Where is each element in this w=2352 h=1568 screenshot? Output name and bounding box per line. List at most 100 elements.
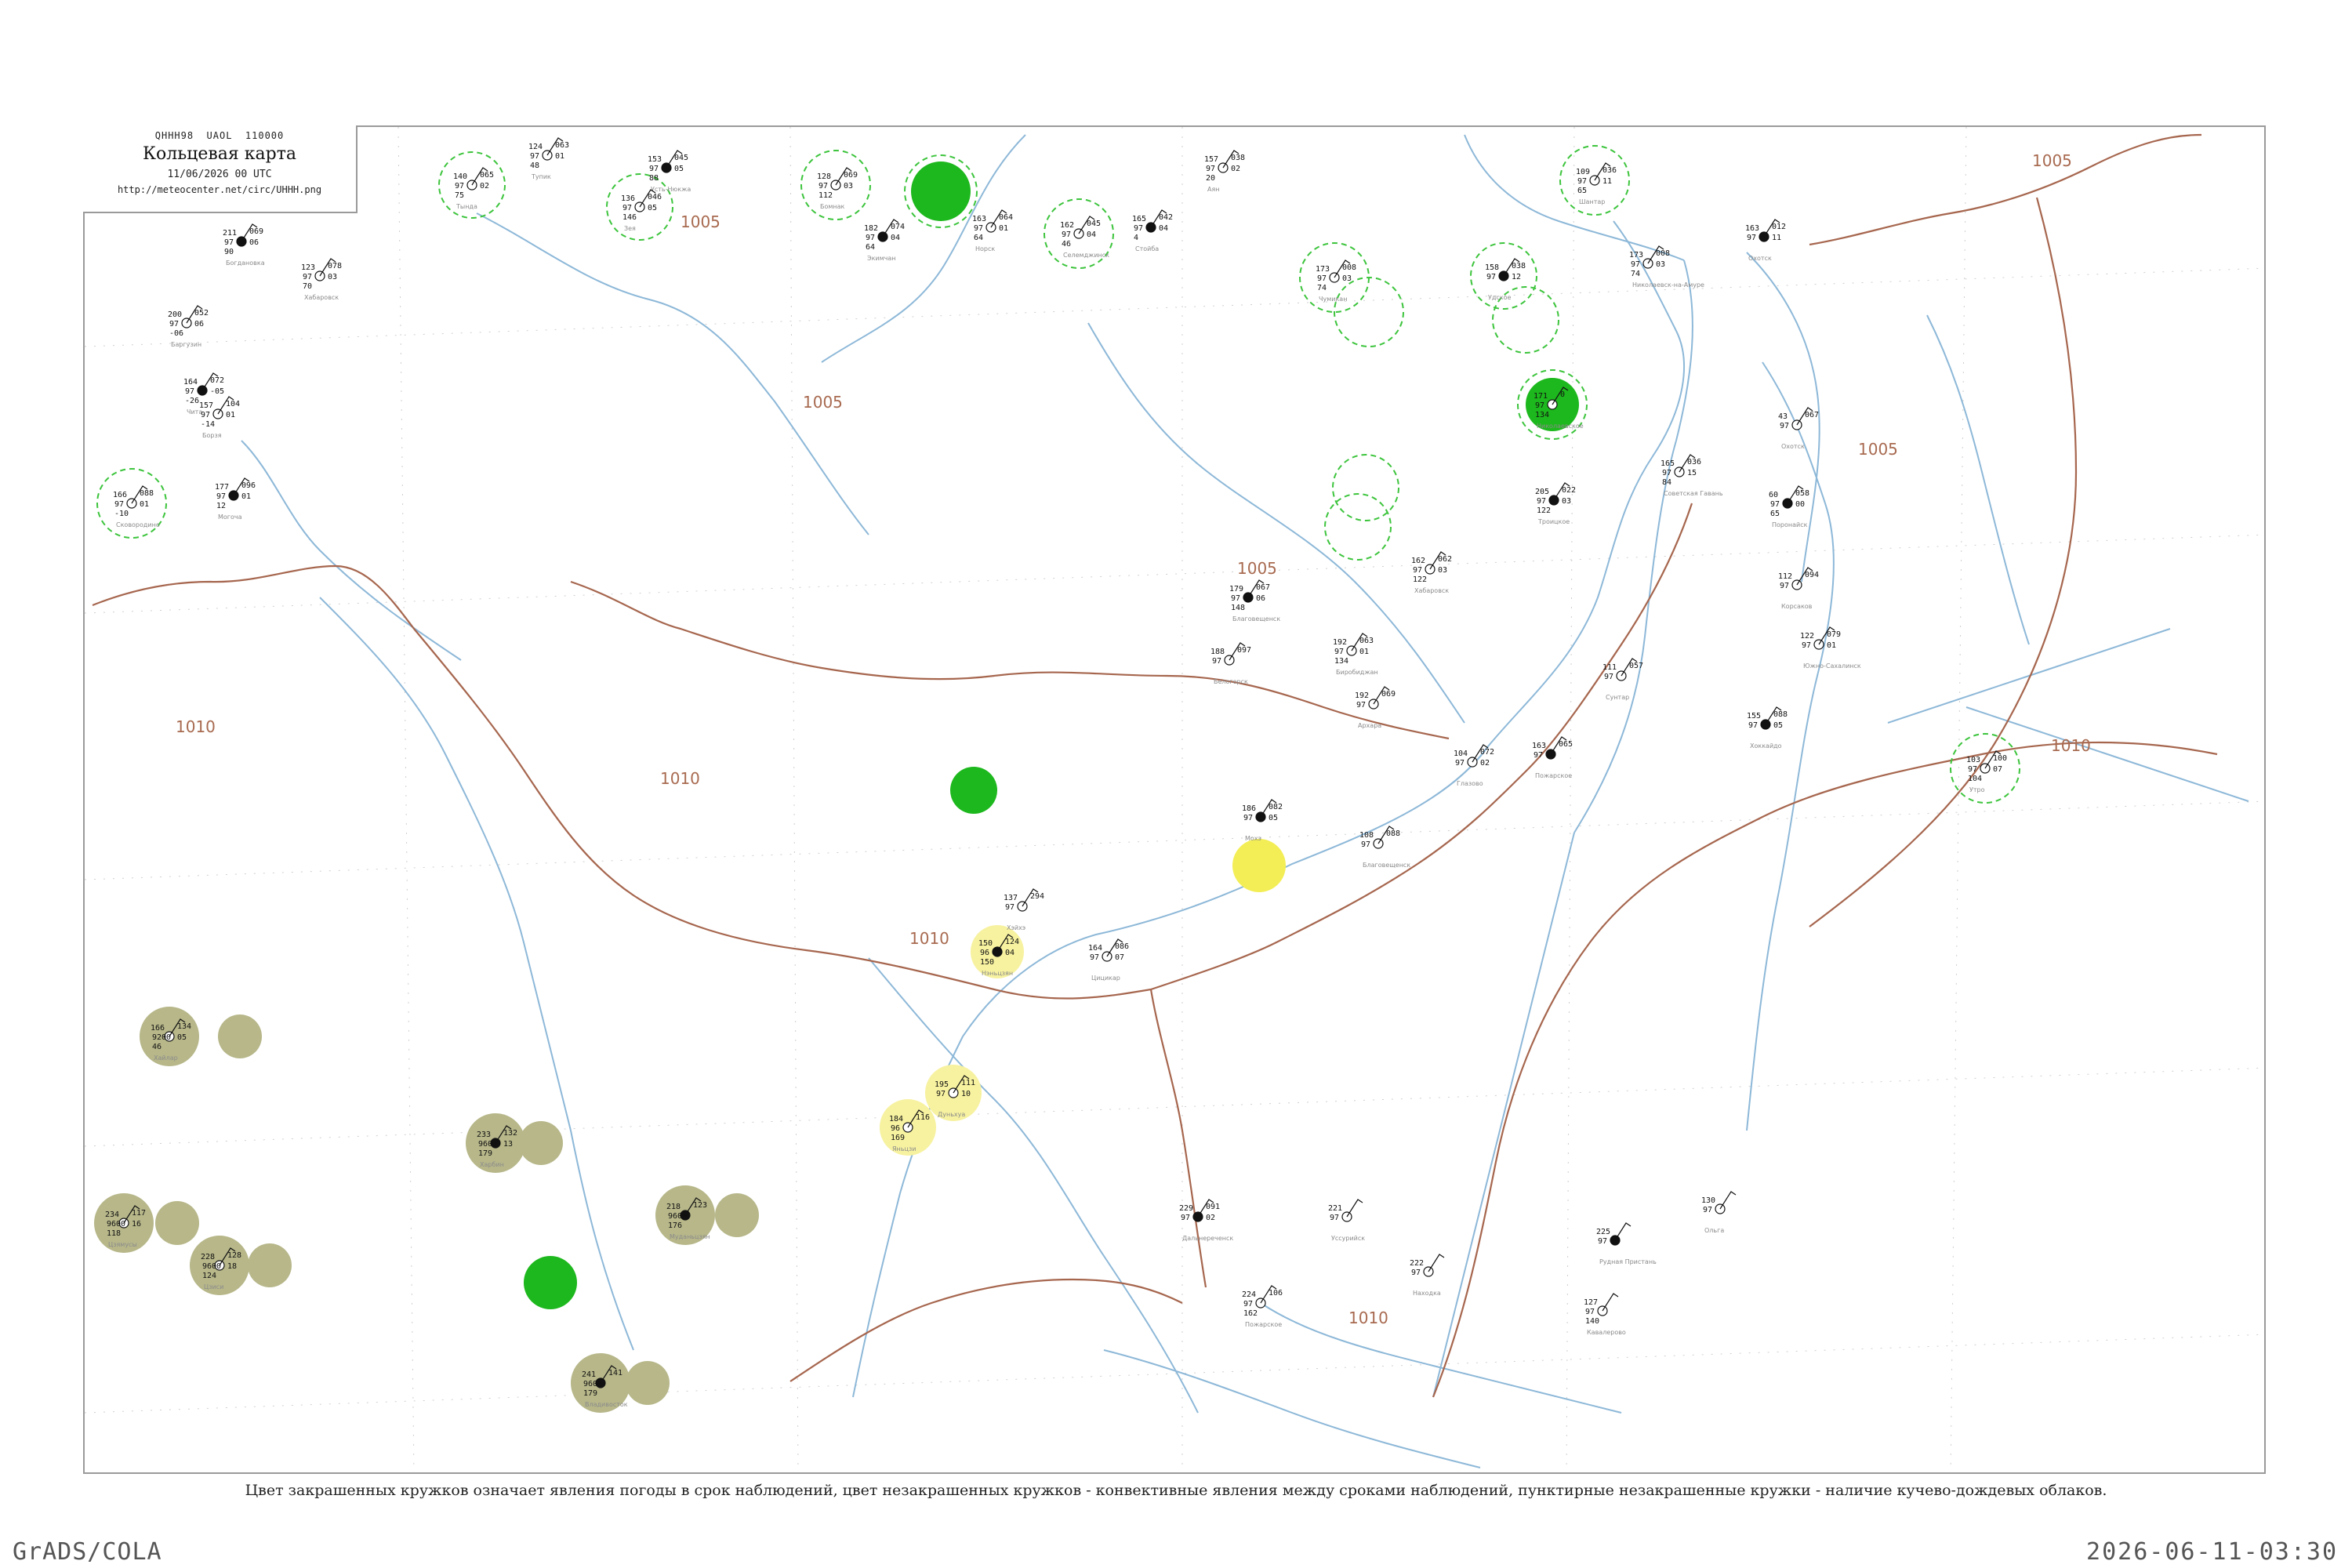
station-name: Богдановка	[226, 260, 265, 267]
station-plot[interactable]: 43 067 97 Охотск	[1778, 407, 1819, 450]
station-dewpoint: 97	[1334, 648, 1344, 656]
station-visibility: 118	[107, 1229, 121, 1238]
station-temp: 164	[1088, 944, 1102, 953]
station-plot[interactable]: 229 091 97 02 Дальнереченск	[1179, 1199, 1233, 1242]
station-tendency: 13	[503, 1140, 513, 1149]
station-temp: 122	[1800, 632, 1814, 641]
station-name: Рудная Пристань	[1599, 1258, 1657, 1265]
station-plot[interactable]: 177 096 97 01 12 Могоча	[215, 477, 256, 521]
station-plot[interactable]: 122 079 97 01 Южно-Сахалинск	[1800, 626, 1861, 670]
station-temp: 188	[1210, 648, 1225, 656]
station-visibility: 134	[1334, 657, 1348, 666]
map-url[interactable]: http://meteocenter.net/circ/UHHH.png	[83, 184, 356, 195]
station-dewpoint: 97	[1413, 566, 1422, 575]
station-temp: 157	[1204, 155, 1218, 164]
station-plot[interactable]: 103 100 97 07 104 Утро	[1966, 750, 2007, 793]
station-temp: 153	[648, 155, 662, 164]
station-pressure: 065	[1559, 740, 1573, 749]
station-visibility: 176	[668, 1221, 682, 1230]
station-plot[interactable]: 166 088 97 01 -10 Сковородино	[113, 485, 160, 528]
station-plot[interactable]: 173 008 97 03 74 Николаевск-на-Амуре	[1629, 245, 1704, 289]
station-plot[interactable]: 192 063 97 01 134 Биробиджан	[1333, 633, 1378, 676]
station-plot[interactable]: 186 082 97 05 Мохэ	[1242, 799, 1283, 842]
station-name: Цзиси	[204, 1283, 223, 1290]
station-dewpoint: 97	[1534, 751, 1543, 760]
station-plot[interactable]: 136 046 97 05 146 Зея	[621, 189, 662, 232]
station-plot[interactable]: 22597 Рудная Пристань	[1596, 1222, 1657, 1265]
station-name: Благовещенск	[1363, 862, 1410, 869]
station-plot[interactable]: 211 069 97 06 90 Богдановка	[223, 223, 265, 267]
station-temp: 195	[935, 1080, 949, 1089]
station-visibility: 148	[1231, 604, 1245, 612]
station-plot[interactable]: 162 045 97 04 46 Селемджинск	[1060, 216, 1109, 259]
station-plot[interactable]: 13097 Ольга	[1701, 1191, 1737, 1234]
station-temp: 229	[1179, 1204, 1193, 1213]
station-dewpoint: 97	[224, 238, 234, 247]
station-plot[interactable]: 60 058 97 00 65 Поронайск	[1769, 485, 1809, 528]
station-plot[interactable]: 22197 Уссурийск	[1328, 1199, 1365, 1242]
station-plot[interactable]: 157 038 97 02 20 Аян	[1204, 150, 1245, 193]
station-dewpoint: 97	[1703, 1206, 1712, 1214]
station-plot[interactable]: 104 072 97 02 Глазово	[1454, 744, 1494, 787]
station-plot[interactable]: 163 064 97 01 64 Норск	[972, 209, 1013, 252]
station-plot[interactable]: 153 045 97 05 88 Усть-Нюкжа	[648, 150, 691, 193]
station-visibility: -06	[169, 329, 183, 338]
station-plot[interactable]: 163 012 97 11 Охотск	[1745, 219, 1786, 262]
station-name: Стойба	[1135, 245, 1159, 252]
station-temp: 127	[1584, 1298, 1598, 1307]
station-dewpoint: 97	[1747, 234, 1756, 242]
station-tendency: 01	[1359, 648, 1369, 656]
station-plot[interactable]: 157 104 97 01 -14 Борзя	[199, 396, 240, 439]
station-temp: 224	[1242, 1290, 1256, 1299]
station-name: Мохэ	[1245, 835, 1261, 842]
station-plot[interactable]: 109 036 97 11 65 Шантар	[1576, 162, 1617, 205]
station-plot[interactable]: 137 294 97 Хэйхэ	[1004, 888, 1044, 931]
station-plot[interactable]: 224 106 97162 Пожарское	[1242, 1285, 1283, 1328]
station-dewpoint: 97	[114, 500, 124, 509]
station-pressure: 106	[1269, 1289, 1283, 1298]
station-plot[interactable]: 179 067 97 06 148 Благовещенск	[1229, 579, 1280, 622]
station-plot[interactable]: 22297 Находка	[1410, 1254, 1445, 1297]
station-plot[interactable]: 165 042 97 04 4 Стойба	[1132, 209, 1173, 252]
bulletin-code: QHHH98 UAOL 110000	[154, 130, 285, 141]
station-visibility: 134	[1535, 411, 1549, 419]
station-plot[interactable]: 165 036 97 15 84 Советская Гавань	[1661, 454, 1723, 497]
station-plot[interactable]: 155 088 97 05 Хоккайдо	[1747, 706, 1788, 750]
station-plot[interactable]: 140 065 97 02 75 Тында	[453, 167, 494, 210]
station-plot[interactable]: 200 052 97 06 -06 Баргузин	[168, 305, 209, 348]
station-temp: 60	[1769, 491, 1778, 499]
station-name: Хабаровск	[304, 294, 339, 301]
station-name: Хоккайдо	[1750, 742, 1782, 750]
station-pressure: 082	[1269, 803, 1283, 811]
station-plot[interactable]: 192 069 97 Архара	[1355, 686, 1396, 729]
station-plot[interactable]: 163 065 97 Пожарское	[1532, 736, 1573, 779]
station-plot[interactable]: 123 078 97 03 70 Хабаровск	[301, 258, 342, 301]
station-visibility: 84	[1662, 478, 1671, 487]
map-canvas: 1005 1005 1005 1005 1010 1010 1010 1010 …	[85, 127, 2264, 1472]
station-plot[interactable]: 158 038 97 12 Удское	[1485, 258, 1526, 301]
station-temp: 112	[1778, 572, 1792, 581]
station-pressure: 058	[1795, 489, 1809, 498]
station-temp: 109	[1576, 168, 1590, 176]
station-dewpoint: 97	[1134, 224, 1143, 233]
station-temp: 228	[201, 1253, 215, 1261]
station-plot[interactable]: 164 086 97 07 Цицикар	[1088, 938, 1129, 982]
station-dewpoint: 97	[622, 204, 632, 212]
station-pressure: 079	[1827, 630, 1841, 639]
station-name: Корсаков	[1781, 603, 1813, 610]
station-plot[interactable]: 124 063 97 01 48 Тупик	[528, 137, 569, 180]
station-plot[interactable]: 128 069 97 03 112 Бомнак	[817, 167, 858, 210]
station-name: Дальнереченск	[1182, 1235, 1233, 1242]
station-plot[interactable]: 182 074 97 04 64 Экимчан	[864, 219, 905, 262]
station-pressure: 038	[1512, 262, 1526, 270]
station-plot[interactable]: 162 062 97 03 122 Хабаровск	[1411, 551, 1452, 594]
station-plot[interactable]: 188 097 97 Белогорск	[1210, 642, 1251, 685]
station-plot[interactable]: 173 008 97 03 74 Чумикан	[1316, 260, 1356, 303]
station-pressure: 067	[1256, 583, 1270, 592]
station-plot[interactable]: 108 088 97 Благовещенск	[1359, 826, 1410, 869]
station-plot[interactable]: 205 022 97 03 122 Троицкое	[1535, 482, 1576, 525]
station-pressure: 072	[1480, 748, 1494, 757]
station-plot[interactable]: 112 094 97 Корсаков	[1778, 567, 1819, 610]
station-pressure: 064	[999, 213, 1013, 222]
station-plot[interactable]: 12797140 Кавалерово	[1584, 1293, 1626, 1336]
